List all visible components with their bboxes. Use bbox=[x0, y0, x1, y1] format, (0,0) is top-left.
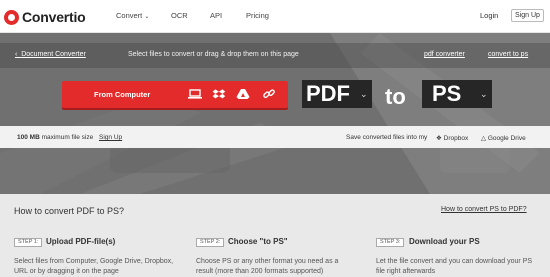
step-3-title: Download your PS bbox=[409, 237, 480, 246]
to-label: to bbox=[385, 84, 406, 109]
step-3-description: Let the file convert and you can downloa… bbox=[376, 258, 533, 275]
login-link[interactable]: Login bbox=[480, 11, 498, 20]
upload-instruction: Select files to convert or drag & drop t… bbox=[128, 51, 299, 58]
google-drive-icon: △ bbox=[481, 135, 486, 142]
from-computer-label: From Computer bbox=[94, 90, 151, 99]
save-dropbox-link[interactable]: ❖ Dropbox bbox=[436, 134, 468, 142]
source-format-value: PDF bbox=[306, 81, 350, 106]
chevron-down-icon: ⌄ bbox=[144, 14, 150, 20]
from-computer-button[interactable]: From Computer bbox=[62, 81, 288, 108]
convertio-logo-icon bbox=[4, 9, 19, 25]
nav-convert[interactable]: Convert ⌄ bbox=[116, 11, 149, 20]
howto-title: How to convert PDF to PS? bbox=[14, 206, 125, 216]
pdf-converter-link[interactable]: pdf converter bbox=[424, 51, 465, 58]
google-drive-icon[interactable] bbox=[236, 88, 250, 100]
howto-reverse-link[interactable]: How to convert PS to PDF? bbox=[441, 206, 527, 213]
signup-link[interactable]: Sign Up bbox=[99, 134, 122, 141]
computer-icon[interactable] bbox=[188, 88, 202, 100]
step-1-tag: STEP 1: bbox=[14, 238, 43, 247]
nav-pricing[interactable]: Pricing bbox=[246, 11, 269, 20]
step-2-tag: STEP 2: bbox=[196, 238, 225, 247]
step-3-tag: STEP 3: bbox=[376, 238, 405, 247]
brand-logo[interactable]: Convertio bbox=[4, 8, 86, 26]
nav-ocr[interactable]: OCR bbox=[171, 11, 188, 20]
step-2-description: Choose PS or any other format you need a… bbox=[196, 258, 339, 275]
dropbox-icon: ❖ bbox=[436, 135, 442, 142]
chevron-down-icon: ⌄ bbox=[360, 89, 368, 99]
step-1-title: Upload PDF-file(s) bbox=[46, 237, 116, 246]
source-format-select[interactable]: PDF ⌄ bbox=[302, 80, 372, 108]
dropbox-icon[interactable] bbox=[212, 88, 226, 100]
signup-button[interactable]: Sign Up bbox=[511, 9, 544, 22]
target-format-select[interactable]: PS ⌄ bbox=[422, 80, 492, 108]
step-1-description: Select files from Computer, Google Drive… bbox=[14, 258, 174, 275]
nav-api[interactable]: API bbox=[210, 11, 222, 20]
max-file-size: 100 MB maximum file size bbox=[17, 134, 94, 141]
document-converter-link[interactable]: ‹ Document Converter bbox=[15, 51, 86, 58]
step-2-title: Choose "to PS" bbox=[228, 237, 288, 246]
link-icon[interactable] bbox=[262, 88, 276, 100]
save-to-text: Save converted files into my bbox=[346, 134, 428, 141]
top-navigation: Convertio Convert ⌄ OCR API Pricing Logi… bbox=[0, 0, 550, 33]
chevron-down-icon: ⌄ bbox=[480, 89, 488, 99]
convert-to-ps-link[interactable]: convert to ps bbox=[488, 51, 528, 58]
save-google-drive-link[interactable]: △ Google Drive bbox=[481, 134, 526, 142]
brand-name: Convertio bbox=[22, 9, 86, 25]
target-format-value: PS bbox=[432, 81, 462, 106]
